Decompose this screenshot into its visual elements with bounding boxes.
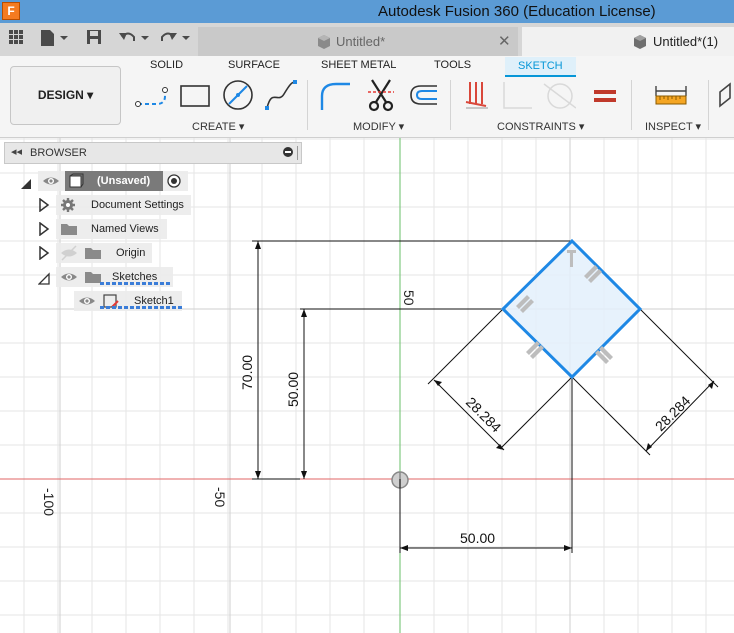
axis-label-neg100: -100 [41,488,57,516]
visibility-eye-icon[interactable] [77,291,97,318]
offset-tool-icon[interactable] [405,78,439,112]
visibility-eye-icon[interactable] [41,171,61,198]
grid-menu-icon[interactable] [8,29,24,51]
fillet-tool-icon[interactable] [318,78,352,112]
root-component-chip: (Unsaved) [65,171,163,191]
file-menu-icon[interactable] [40,29,70,51]
rectangle-tool-icon[interactable] [178,78,212,112]
window-title: Autodesk Fusion 360 (Education License) [378,3,656,20]
browser-root[interactable]: (Unsaved) [38,171,188,191]
sketch-icon [102,293,120,316]
insert-tool-icon[interactable] [718,78,734,112]
save-icon[interactable] [86,29,102,51]
line-tool-icon[interactable] [135,78,169,112]
sketch-edit-underline [100,282,172,285]
browser-item-label: Named Views [91,223,159,235]
tab-untitled-1[interactable]: Untitled*(1) [522,27,734,56]
inspect-label: INSPECT [645,121,693,133]
redo-icon[interactable] [160,29,192,51]
axis-label-50: 50 [401,290,417,306]
folder-icon [84,270,102,291]
modify-menu[interactable]: MODIFY ▾ [353,120,404,133]
coincident-constraint-icon[interactable] [462,78,496,112]
dimension-50-vertical-value: 50.00 [285,372,301,407]
undo-icon[interactable] [118,29,150,51]
collapse-root-icon[interactable] [20,176,32,190]
dimension-70[interactable]: 70.00 [239,240,572,480]
separator [450,80,451,130]
tab-tools[interactable]: TOOLS [434,59,471,71]
browser-panel-header[interactable]: ◂◂ BROWSER [4,142,302,164]
circle-tool-icon[interactable] [221,78,255,112]
gear-icon [60,197,76,220]
measure-tool-icon[interactable] [654,78,688,112]
tab-surface[interactable]: SURFACE [228,59,280,71]
dimension-50-horizontal-value: 50.00 [460,530,495,546]
equal-constraint-icon[interactable] [590,78,624,112]
browser-item-origin[interactable]: Origin [56,243,152,263]
dimension-50-vertical[interactable]: 50.00 [285,308,504,479]
modify-label: MODIFY [353,121,396,133]
separator [708,80,709,130]
browser-item-label: Origin [116,247,146,259]
constraints-label: CONSTRAINTS [497,121,576,133]
folder-icon [84,246,102,267]
tab-label: Untitled*(1) [653,34,719,49]
activate-radio-icon[interactable] [167,174,181,195]
browser-item-sketch1[interactable]: Sketch1 [74,291,182,311]
folder-icon [60,222,78,243]
minimize-browser-icon[interactable] [283,147,293,157]
dimension-70-value: 70.00 [239,355,255,390]
cube-icon [632,34,648,53]
tab-solid[interactable]: SOLID [150,59,183,71]
separator [631,80,632,130]
component-icon [68,173,84,196]
visibility-eye-icon[interactable] [59,267,79,294]
create-label: CREATE [192,121,236,133]
browser-item-sketches[interactable]: Sketches [56,267,173,287]
spline-tool-icon[interactable] [264,78,298,112]
hidden-eye-icon[interactable] [59,243,79,270]
tab-sketch[interactable]: SKETCH [505,57,576,77]
expand-named-views-icon[interactable] [38,222,50,236]
sketch-edit-underline [100,306,182,309]
separator [307,80,308,130]
trim-scissors-icon[interactable] [364,78,398,112]
collapse-browser-icon[interactable]: ◂◂ [11,145,22,158]
panel-divider [297,146,298,160]
perpendicular-constraint-icon[interactable] [500,78,534,112]
constraints-menu[interactable]: CONSTRAINTS ▾ [497,120,584,133]
close-tab-icon[interactable]: ✕ [498,32,511,50]
tab-untitled[interactable]: Untitled* ✕ [198,27,518,56]
expand-document-settings-icon[interactable] [38,198,50,212]
tab-label: Untitled* [336,34,386,49]
title-bar: F Autodesk Fusion 360 (Education License… [0,0,734,23]
design-workspace-button[interactable]: DESIGN ▾ [10,66,121,125]
ribbon: DESIGN ▾ SOLID SURFACE SHEET METAL TOOLS… [0,56,734,138]
collapse-sketches-icon[interactable] [38,271,50,285]
axis-label-neg50: -50 [212,487,228,507]
browser-item-label: Document Settings [91,199,184,211]
browser-item-document-settings[interactable]: Document Settings [56,195,191,215]
root-label: (Unsaved) [97,175,151,187]
fusion-logo-icon: F [2,2,20,20]
create-menu[interactable]: CREATE ▾ [192,120,244,133]
browser-item-named-views[interactable]: Named Views [56,219,167,239]
cube-icon [316,34,332,53]
browser-title: BROWSER [30,147,87,159]
dimension-28-right-value: 28.284 [652,392,694,434]
tab-sheet-metal[interactable]: SHEET METAL [321,59,396,71]
workspace-label: DESIGN [37,88,84,102]
inspect-menu[interactable]: INSPECT ▾ [645,120,701,133]
expand-origin-icon[interactable] [38,246,50,260]
tangent-constraint-icon[interactable] [542,78,577,112]
